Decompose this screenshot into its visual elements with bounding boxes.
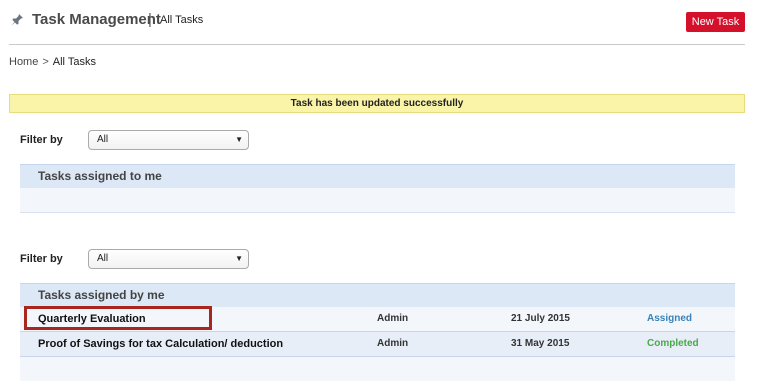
success-alert: Task has been updated successfully <box>9 94 745 113</box>
task-status: Completed <box>647 338 699 349</box>
chevron-down-icon: ▼ <box>235 254 243 263</box>
task-name[interactable]: Quarterly Evaluation <box>38 313 146 325</box>
section-title-assigned-to-me: Tasks assigned to me <box>20 164 735 188</box>
breadcrumb-current: All Tasks <box>52 56 96 68</box>
chevron-down-icon: ▼ <box>235 135 243 144</box>
filter-select-bottom[interactable]: All ▼ <box>88 249 249 269</box>
filter-select-value: All <box>97 134 109 145</box>
app-title: Task Management <box>32 11 161 28</box>
pin-icon <box>10 13 24 27</box>
view-label: All Tasks <box>160 14 204 26</box>
section-title-assigned-by-me: Tasks assigned by me <box>20 283 735 307</box>
task-status: Assigned <box>647 313 693 324</box>
new-task-button[interactable]: New Task <box>686 12 745 32</box>
tasks-assigned-by-me-panel: Tasks assigned by me Quarterly Evaluatio… <box>20 283 735 381</box>
task-date: 31 May 2015 <box>511 338 570 349</box>
breadcrumb: Home > All Tasks <box>9 56 96 68</box>
task-assigned-by: Admin <box>377 338 409 349</box>
panel-footer <box>20 357 735 381</box>
filter-select-top[interactable]: All ▼ <box>88 130 249 150</box>
table-row[interactable]: Quarterly Evaluation Admin 21 July 2015 … <box>20 306 735 332</box>
header: Task Management | All Tasks New Task <box>0 0 768 46</box>
empty-task-list <box>20 188 735 213</box>
table-row[interactable]: Proof of Savings for tax Calculation/ de… <box>20 332 735 357</box>
filter-select-value: All <box>97 253 109 264</box>
filter-label-bottom: Filter by <box>20 253 63 265</box>
tasks-assigned-to-me-panel: Tasks assigned to me <box>20 164 735 213</box>
breadcrumb-home[interactable]: Home <box>9 56 38 68</box>
task-date: 21 July 2015 <box>511 313 570 324</box>
title-separator: | <box>148 11 152 28</box>
filter-label-top: Filter by <box>20 134 63 146</box>
breadcrumb-separator: > <box>42 56 49 68</box>
header-divider <box>9 44 745 45</box>
task-assigned-by: Admin <box>377 313 409 324</box>
task-name[interactable]: Proof of Savings for tax Calculation/ de… <box>38 338 283 350</box>
